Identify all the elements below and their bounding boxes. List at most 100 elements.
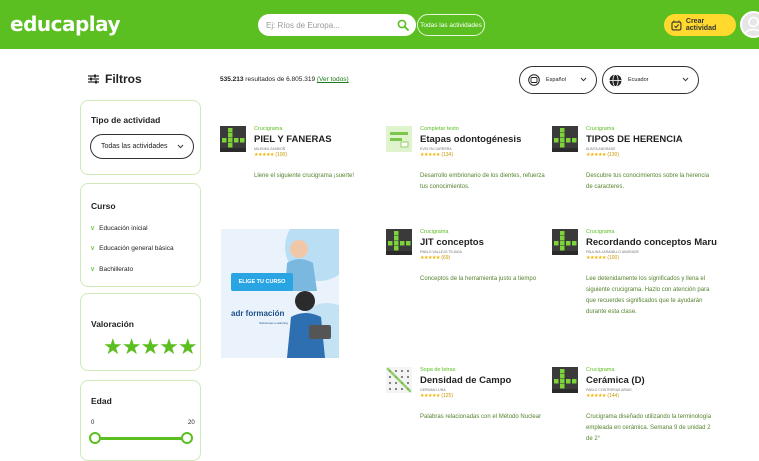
age-slider-min-handle[interactable]: [89, 432, 101, 444]
top-navigation-bar: educaplay Todas las actividades Crear ac…: [0, 0, 759, 49]
chevron-down-icon: ∨: [90, 225, 96, 232]
create-activity-button[interactable]: Crear actividad: [664, 14, 736, 36]
crossword-icon: [552, 367, 578, 393]
age-panel: Edad 0 20: [80, 380, 201, 461]
activity-type-label: Sopa de letras: [420, 367, 456, 373]
course-title: Curso: [91, 201, 116, 211]
results-count-number: 535.213: [220, 76, 244, 83]
globe-icon: [609, 73, 622, 87]
activity-description: Descubre tus conocimientos sobre la here…: [586, 173, 710, 190]
ad-brand-logo: adr formación: [231, 309, 285, 318]
activity-author: ALBITA ANDRADE: [586, 147, 616, 151]
activity-title[interactable]: Recordando conceptos Maru: [586, 237, 717, 248]
crossword-icon: [386, 229, 412, 255]
activity-type-panel: Tipo de actividad Todas las actividades: [80, 100, 201, 175]
rating-count: (125): [441, 393, 453, 399]
activity-type-select[interactable]: Todas las actividades: [90, 134, 194, 159]
word-search-icon: [386, 367, 412, 393]
activity-author: PABLO CONTRERAS ARIAS: [586, 388, 632, 392]
activity-rating: ★★★★★ (144): [586, 393, 619, 399]
activity-type-title: Tipo de actividad: [91, 115, 161, 125]
course-item-basic[interactable]: ∨ Educación general básica: [90, 244, 174, 253]
language-value: Español: [546, 77, 566, 83]
results-count: 535.213 resultados de 6.805.319 (Ver tod…: [220, 76, 349, 83]
age-max-value: 20: [188, 420, 195, 426]
rating-count: (134): [441, 152, 453, 158]
user-icon: [744, 16, 759, 35]
rating-count: (100): [607, 255, 619, 261]
rating-stars-icon: ★★★★★: [586, 393, 606, 399]
chevron-down-icon: [177, 144, 184, 149]
country-select[interactable]: Ecuador: [602, 66, 699, 94]
age-slider-max-handle[interactable]: [181, 432, 193, 444]
activity-title[interactable]: TIPOS DE HERENCIA: [586, 134, 683, 145]
ad-tagline: Soluciones e-learning: [259, 321, 288, 325]
chevron-down-icon: [682, 77, 689, 82]
age-slider-track[interactable]: [95, 437, 187, 440]
rating-stars[interactable]: ★★★★★: [103, 334, 198, 360]
all-activities-button[interactable]: Todas las actividades: [417, 14, 485, 36]
activity-type-label: Crucigrama: [586, 126, 615, 132]
course-item-label: Educación inicial: [99, 224, 148, 232]
search-input[interactable]: [266, 20, 386, 30]
activity-title[interactable]: PIEL Y FANERAS: [254, 134, 332, 145]
course-item-label: Bachillerato: [99, 265, 134, 273]
advertisement-banner[interactable]: ELIGE TU CURSO adr formación Soluciones …: [221, 229, 339, 358]
rating-count: (130): [607, 152, 619, 158]
educaplay-logo[interactable]: educaplay: [10, 12, 121, 36]
language-select[interactable]: Español: [519, 66, 597, 94]
course-item-initial[interactable]: ∨ Educación inicial: [90, 224, 148, 233]
rating-stars-icon: ★★★★★: [420, 393, 440, 399]
age-title: Edad: [91, 396, 112, 406]
activity-title[interactable]: Cerámica (D): [586, 375, 645, 386]
crossword-icon: [552, 229, 578, 255]
activity-author: PAULINA JARAMILLO ANDRADE: [586, 250, 639, 254]
activity-rating: ★★★★★ (125): [420, 393, 453, 399]
course-item-bachillerato[interactable]: ∨ Bachillerato: [90, 265, 134, 274]
filters-icon: [88, 74, 99, 84]
activity-type-label: Crucigrama: [420, 229, 449, 235]
rating-stars-icon: ★★★★★: [586, 152, 606, 158]
activity-type-label: Crucigrama: [586, 367, 615, 373]
activity-title[interactable]: Etapas odontogénesis: [420, 134, 521, 145]
rating-count: (144): [607, 393, 619, 399]
activity-title[interactable]: Densidad de Campo: [420, 375, 511, 386]
activity-rating: ★★★★★ (100): [586, 255, 619, 261]
all-activities-label: Todas las actividades: [420, 21, 482, 29]
user-avatar[interactable]: [740, 11, 759, 38]
ad-choose-course-button[interactable]: ELIGE TU CURSO: [231, 273, 293, 291]
activity-author: MILENKA ZAMBOÑ: [254, 147, 286, 151]
chevron-down-icon: [580, 77, 587, 82]
activity-title[interactable]: JIT conceptos: [420, 237, 484, 248]
activity-rating: ★★★★★ (134): [420, 152, 453, 158]
chevron-down-icon: ∨: [90, 245, 96, 252]
filters-heading: Filtros: [88, 72, 142, 86]
language-icon: [528, 74, 540, 86]
filters-title: Filtros: [105, 72, 142, 86]
activity-author: GERMAN LUNA: [420, 388, 446, 392]
crossword-icon: [552, 126, 578, 152]
logo-text: educaplay: [10, 12, 121, 36]
search-icon[interactable]: [397, 19, 409, 31]
rating-stars-icon: ★★★★★: [420, 255, 440, 261]
rating-panel: Valoración ★★★★★: [80, 293, 201, 371]
chevron-down-icon: ∨: [90, 266, 96, 273]
rating-stars-icon: ★★★★★: [254, 152, 274, 158]
activity-type-label: Crucigrama: [254, 126, 283, 132]
age-min-value: 0: [91, 420, 95, 426]
results-count-text: resultados de 6.805.319: [243, 76, 317, 83]
create-activity-icon: [671, 20, 682, 30]
activity-author: EVELYN CARRERA: [420, 147, 452, 151]
course-item-label: Educación general básica: [99, 244, 174, 252]
activity-type-label: Completar texto: [420, 126, 459, 132]
activity-rating: ★★★★★ (69): [420, 255, 450, 261]
activity-type-label: Crucigrama: [586, 229, 615, 235]
rating-title: Valoración: [91, 319, 134, 329]
view-all-link[interactable]: (Ver todos): [317, 76, 349, 83]
ad-illustration: [285, 229, 339, 358]
activity-description: Llene el siguiente crucigrama ¡suerte!: [254, 173, 355, 179]
crossword-icon: [220, 126, 246, 152]
activity-rating: ★★★★★ (100): [254, 152, 287, 158]
country-value: Ecuador: [628, 77, 649, 83]
rating-stars-icon: ★★★★★: [420, 152, 440, 158]
